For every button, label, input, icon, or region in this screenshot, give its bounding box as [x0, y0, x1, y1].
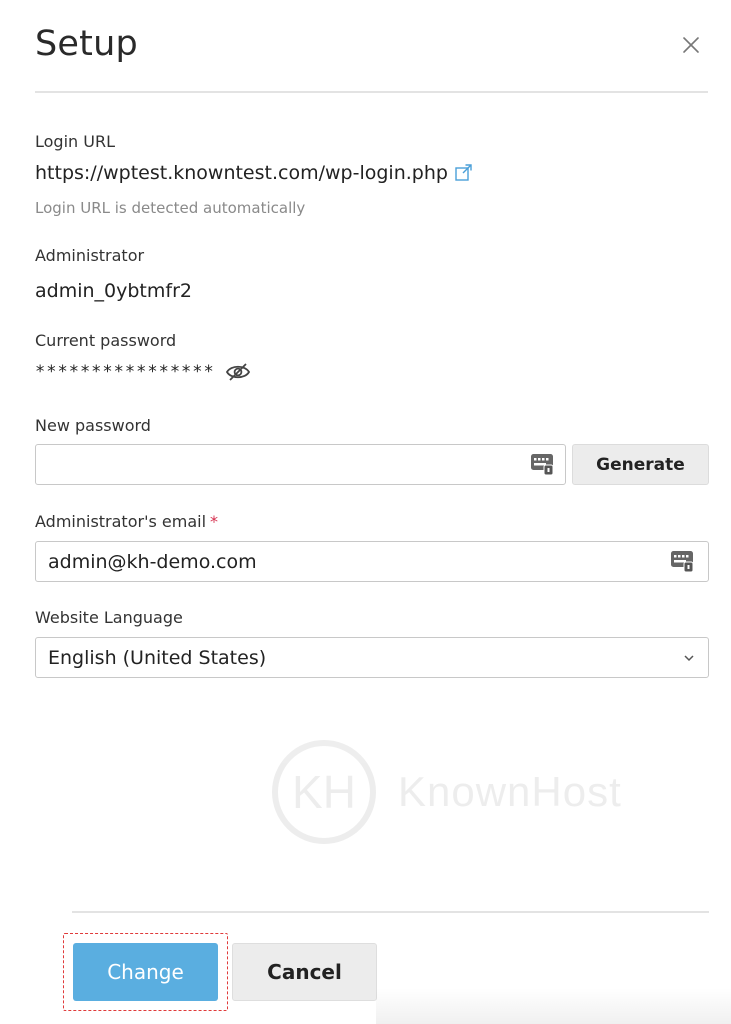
- email-label-row: Administrator's email *: [35, 512, 218, 531]
- watermark-name: KnownHost: [398, 768, 622, 815]
- current-password-row: ****************: [35, 362, 251, 382]
- language-select[interactable]: English (United States): [35, 637, 709, 678]
- eye-off-icon[interactable]: [225, 362, 251, 382]
- login-url-label: Login URL: [35, 132, 115, 151]
- language-selected-value: English (United States): [48, 646, 267, 669]
- keyboard-icon[interactable]: [670, 549, 694, 573]
- chevron-down-icon: [684, 654, 694, 661]
- current-password-label: Current password: [35, 331, 177, 350]
- external-link-icon[interactable]: [454, 163, 474, 183]
- login-url-hint: Login URL is detected automatically: [35, 199, 306, 217]
- email-label: Administrator's email: [35, 512, 207, 531]
- language-label: Website Language: [35, 608, 183, 627]
- administrator-label: Administrator: [35, 246, 145, 265]
- current-password-value: ****************: [35, 362, 215, 382]
- knownhost-watermark: KH KnownHost: [272, 740, 682, 844]
- change-button[interactable]: Change: [73, 943, 218, 1001]
- cancel-button[interactable]: Cancel: [232, 943, 377, 1001]
- page-title: Setup: [35, 24, 138, 64]
- keyboard-icon[interactable]: [530, 452, 554, 476]
- required-marker: *: [210, 512, 219, 531]
- new-password-label: New password: [35, 416, 151, 435]
- login-url-row: https://wptest.knowntest.com/wp-login.ph…: [35, 162, 474, 184]
- watermark-logo: KH: [272, 740, 376, 844]
- administrator-value: admin_0ybtmfr2: [35, 280, 192, 302]
- new-password-input[interactable]: [35, 444, 566, 485]
- watermark-letters: KH: [292, 766, 356, 818]
- footer-shadow: [376, 988, 731, 1024]
- generate-button[interactable]: Generate: [572, 444, 709, 485]
- email-field[interactable]: [35, 541, 709, 582]
- login-url-link[interactable]: https://wptest.knowntest.com/wp-login.ph…: [35, 162, 448, 184]
- header-divider: [35, 91, 708, 93]
- close-icon[interactable]: [678, 32, 704, 58]
- footer-divider: [72, 911, 709, 913]
- close-button[interactable]: [678, 32, 704, 58]
